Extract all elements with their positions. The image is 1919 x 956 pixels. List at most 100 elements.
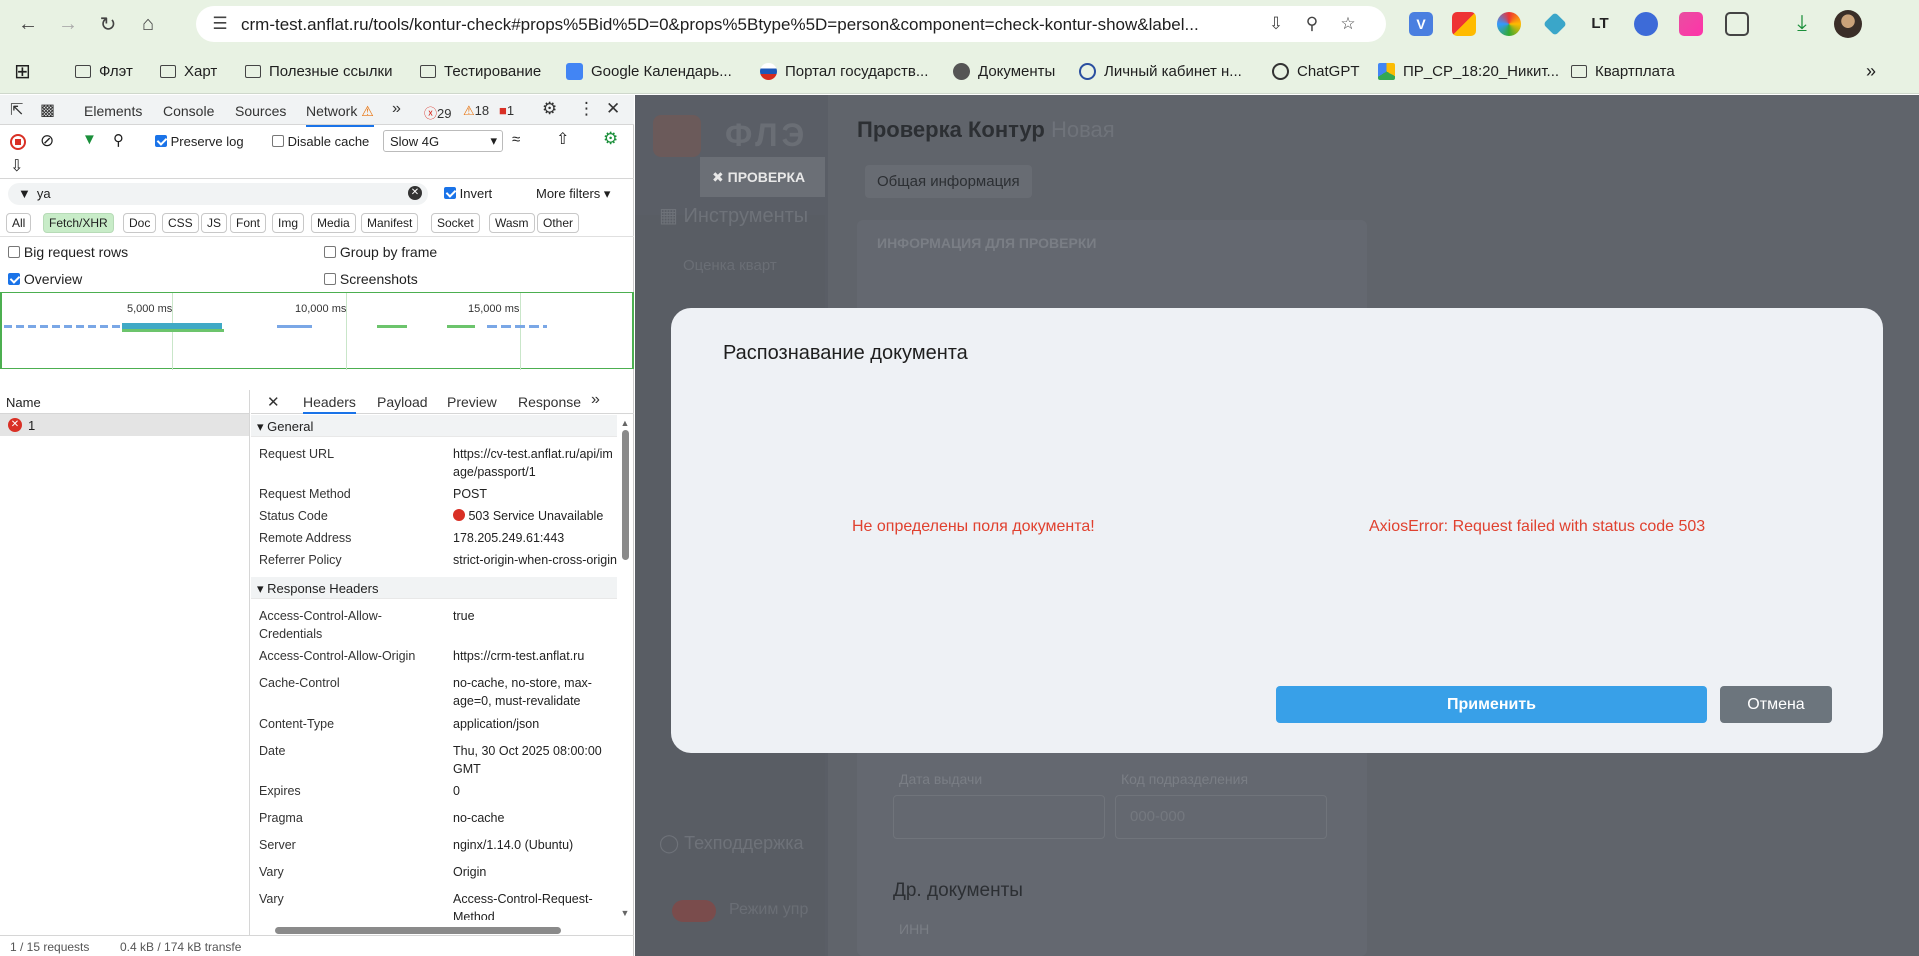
bookmark-link[interactable]: ПР_CP_18:20_Никит... xyxy=(1378,60,1559,82)
preserve-log-checkbox[interactable]: Preserve log xyxy=(155,134,244,149)
more-tabs-icon[interactable]: » xyxy=(392,100,401,118)
mode-toggle[interactable] xyxy=(672,900,716,922)
group-by-frame-option[interactable]: Group by frame xyxy=(324,244,437,260)
preserve-log-check[interactable] xyxy=(155,135,167,147)
extension-icon[interactable] xyxy=(1543,12,1567,36)
error-count[interactable]: ⓧ29 xyxy=(424,103,451,122)
bookmark-folder[interactable]: Тестирование xyxy=(420,60,541,82)
invert-checkbox[interactable]: Invert xyxy=(444,186,492,201)
type-wasm[interactable]: Wasm xyxy=(489,213,535,233)
type-img[interactable]: Img xyxy=(272,213,305,233)
bookmark-folder[interactable]: Квартплата xyxy=(1571,60,1675,82)
tab-preview[interactable]: Preview xyxy=(447,394,497,410)
reload-icon[interactable]: ↻ xyxy=(90,6,126,42)
tab-console[interactable]: Console xyxy=(163,103,214,119)
extension-icon[interactable] xyxy=(1634,12,1658,36)
invert-check[interactable] xyxy=(444,187,456,199)
back-icon[interactable]: ← xyxy=(10,6,46,42)
close-details-icon[interactable]: ✕ xyxy=(267,393,280,411)
request-row[interactable]: ✕ 1 xyxy=(0,414,249,436)
tab-elements[interactable]: Elements xyxy=(84,103,142,119)
bookmark-folder[interactable]: Полезные ссылки xyxy=(245,60,393,82)
extensions-puzzle-icon[interactable] xyxy=(1725,12,1749,36)
screenshots-check[interactable] xyxy=(324,273,336,285)
disable-cache-check[interactable] xyxy=(272,135,284,147)
network-overview-timeline[interactable]: 5,000 ms 10,000 ms 15,000 ms xyxy=(0,292,634,370)
download-icon[interactable]: ⤓ xyxy=(1790,12,1814,36)
screenshots-option[interactable]: Screenshots xyxy=(324,271,418,287)
site-info-icon[interactable]: ☰ xyxy=(208,12,232,36)
tab-payload[interactable]: Payload xyxy=(377,394,428,410)
tab-response[interactable]: Response xyxy=(518,394,581,410)
overview-option[interactable]: Overview xyxy=(8,271,82,287)
export-har-icon[interactable]: ⇩ xyxy=(10,156,23,176)
group-by-frame-check[interactable] xyxy=(324,246,336,258)
filter-input[interactable]: ▼ ya ✕ xyxy=(8,183,428,205)
sidebar-item-tools[interactable]: ▦ Инструменты xyxy=(659,203,808,228)
scrollbar-thumb[interactable] xyxy=(275,927,561,934)
apps-grid-icon[interactable]: ⊞ xyxy=(14,60,31,83)
extension-icon[interactable] xyxy=(1497,12,1521,36)
type-css[interactable]: CSS xyxy=(162,213,199,233)
dept-code-input[interactable]: 000-000 xyxy=(1115,795,1327,839)
cancel-button[interactable]: Отмена xyxy=(1720,686,1832,723)
install-icon[interactable]: ⇩ xyxy=(1264,12,1288,36)
type-other[interactable]: Other xyxy=(537,213,580,233)
tab-headers[interactable]: Headers xyxy=(303,394,356,414)
type-font[interactable]: Font xyxy=(230,213,267,233)
type-doc[interactable]: Doc xyxy=(123,213,157,233)
details-scrollbar[interactable]: ▲ ▼ xyxy=(620,418,630,918)
name-column-header[interactable]: Name xyxy=(0,390,249,414)
general-section-header[interactable]: ▾ General xyxy=(251,415,617,437)
import-har-icon[interactable]: ⇧ xyxy=(556,129,569,149)
big-rows-option[interactable]: Big request rows xyxy=(8,244,128,260)
response-headers-section-header[interactable]: ▾ Response Headers xyxy=(251,577,617,599)
zoom-icon[interactable]: ⚲ xyxy=(1300,12,1324,36)
sidebar-subitem[interactable]: Оценка кварт xyxy=(683,257,777,274)
scroll-up-icon[interactable]: ▲ xyxy=(620,418,630,428)
bookmark-link[interactable]: Личный кабинет н... xyxy=(1079,60,1242,82)
network-conditions-icon[interactable]: ≈ xyxy=(512,131,520,148)
overview-check[interactable] xyxy=(8,273,20,285)
settings-gear-icon[interactable]: ⚙ xyxy=(542,99,557,119)
close-tab-button[interactable]: ✖ ПРОВЕРКА xyxy=(700,157,825,197)
close-devtools-icon[interactable]: ✕ xyxy=(606,99,620,119)
kebab-menu-icon[interactable]: ⋮ xyxy=(578,99,595,119)
more-tabs-icon[interactable]: » xyxy=(591,391,600,409)
big-rows-check[interactable] xyxy=(8,246,20,258)
device-toggle-icon[interactable]: ▩ xyxy=(40,100,55,120)
forward-icon[interactable]: → xyxy=(50,6,86,42)
inspect-icon[interactable]: ⇱ xyxy=(10,100,23,120)
issue-date-input[interactable] xyxy=(893,795,1105,839)
type-all[interactable]: All xyxy=(6,213,32,233)
clear-icon[interactable]: ⊘ xyxy=(40,131,54,151)
search-icon[interactable]: ⚲ xyxy=(113,131,124,149)
disable-cache-checkbox[interactable]: Disable cache xyxy=(272,134,369,149)
bookmark-folder[interactable]: Флэт xyxy=(75,60,133,82)
scrollbar-thumb[interactable] xyxy=(621,430,629,560)
more-bookmarks-icon[interactable]: » xyxy=(1866,60,1876,82)
bookmark-link[interactable]: ChatGPT xyxy=(1272,60,1360,82)
clear-filter-icon[interactable]: ✕ xyxy=(408,186,422,200)
bookmark-folder[interactable]: Харт xyxy=(160,60,217,82)
more-filters-button[interactable]: More filters ▾ xyxy=(536,186,610,202)
extension-lt-icon[interactable]: LT xyxy=(1588,12,1612,36)
avatar[interactable] xyxy=(1834,10,1862,38)
type-manifest[interactable]: Manifest xyxy=(361,213,419,233)
network-settings-icon[interactable]: ⚙ xyxy=(603,129,618,149)
type-socket[interactable]: Socket xyxy=(431,213,480,233)
issue-count[interactable]: ■1 xyxy=(499,103,514,118)
throttle-select[interactable]: Slow 4G ▾ xyxy=(383,130,503,152)
extension-v-icon[interactable]: V xyxy=(1409,12,1433,36)
bookmark-link[interactable]: Портал государств... xyxy=(760,60,928,82)
tab-network[interactable]: Network ⚠ xyxy=(306,103,374,127)
sidebar-item-support[interactable]: ◯ Техподдержка xyxy=(659,833,803,854)
extension-icon[interactable] xyxy=(1679,12,1703,36)
type-js[interactable]: JS xyxy=(201,213,228,233)
tab-general-info[interactable]: Общая информация xyxy=(865,165,1032,198)
extension-icon[interactable] xyxy=(1452,12,1476,36)
warning-count[interactable]: ⚠18 xyxy=(463,103,489,119)
address-bar[interactable]: ☰ crm-test.anflat.ru/tools/kontur-check#… xyxy=(196,6,1386,42)
type-fetch-xhr[interactable]: Fetch/XHR xyxy=(43,213,114,233)
tab-sources[interactable]: Sources xyxy=(235,103,286,119)
